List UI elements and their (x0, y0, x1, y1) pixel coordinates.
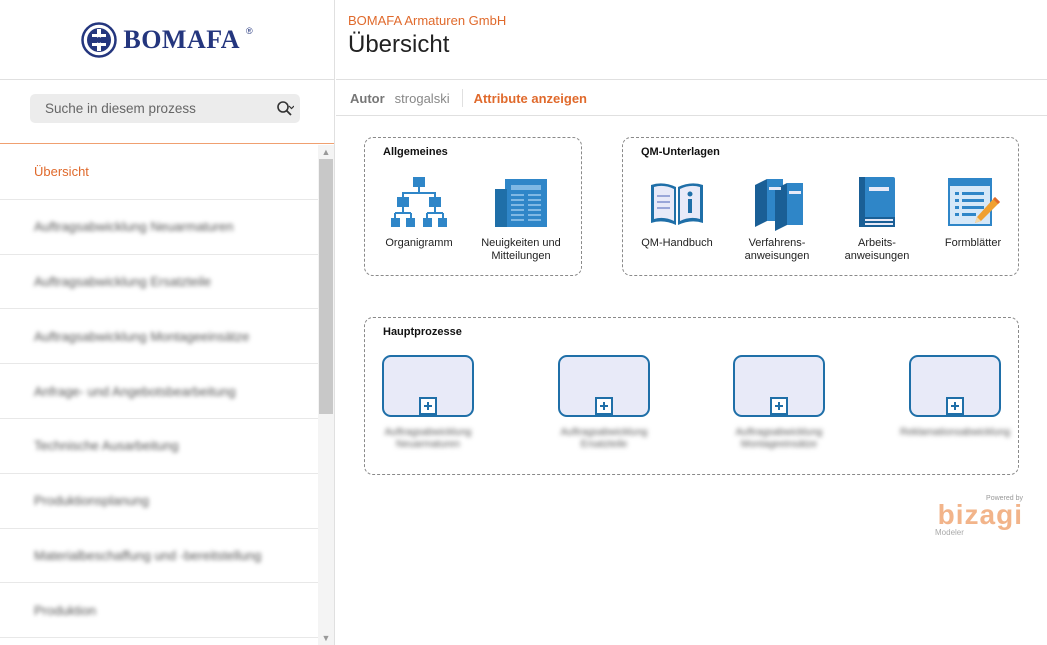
author-value: strogalski (394, 90, 450, 106)
panel-title: QM-Unterlagen (641, 146, 720, 158)
sidebar-scrollbar[interactable]: ▲ ▼ (318, 145, 334, 645)
company-logo[interactable]: BOMAFA ® (81, 21, 253, 58)
process-reklamationsabwicklung[interactable]: Reklamationsabwicklung (900, 355, 1010, 439)
tile-label: Organigramm (385, 237, 453, 249)
logo-registered-mark: ® (245, 25, 253, 36)
newspaper-icon (495, 179, 547, 227)
nav-item-produktionsplanung[interactable]: Produktionsplanung (0, 474, 318, 529)
process-label: Auftragsabwicklung Ersatzteile (560, 427, 648, 450)
tile-formblaetter[interactable]: Formblätter (923, 175, 1023, 250)
nav-item-auftragsabwicklung-neuarmaturen[interactable]: Auftragsabwicklung Neuarmaturen (0, 200, 318, 255)
expand-plus-icon[interactable] (946, 397, 964, 415)
bizagi-branding: Powered by bizagi Modeler (933, 495, 1023, 537)
panel-qm-unterlagen: QM-Unterlagen QM-Handbuch Verfahrens-anw… (622, 137, 1019, 276)
scroll-up-icon[interactable]: ▲ (318, 145, 334, 159)
process-nav-list: Übersicht Auftragsabwicklung Neuarmature… (0, 145, 318, 645)
process-label: Reklamationsabwicklung (900, 427, 1011, 438)
expand-plus-icon[interactable] (770, 397, 788, 415)
subprocess-box (558, 355, 650, 417)
nav-item-label: Auftragsabwicklung Neuarmaturen (34, 219, 234, 235)
expand-plus-icon[interactable] (419, 397, 437, 415)
process-auftragsabwicklung-montageeinsaetze[interactable]: Auftragsabwicklung Montageeinsätze (724, 355, 834, 451)
subprocess-box (733, 355, 825, 417)
search-icon[interactable] (276, 100, 294, 118)
nav-item-label: Produktion (34, 602, 97, 618)
search-box (30, 94, 300, 123)
tile-arbeitsanweisungen[interactable]: Arbeits-anweisungen (827, 175, 927, 263)
nav-item-label: Produktionsplanung (34, 493, 149, 509)
org-chart-icon (391, 177, 447, 227)
subprocess-box (909, 355, 1001, 417)
logo-area: BOMAFA ® (0, 0, 334, 80)
nav-item-label: Auftragsabwicklung Montageeinsätze (34, 328, 250, 344)
process-auftragsabwicklung-ersatzteile[interactable]: Auftragsabwicklung Ersatzteile (549, 355, 659, 451)
logo-text: BOMAFA (123, 24, 240, 54)
nav-item-label: Anfrage- und Angebotsbearbeitung (34, 383, 236, 399)
nav-item-produktion[interactable]: Produktion (0, 583, 318, 639)
nav-item-label: Übersicht (34, 164, 89, 180)
divider (461, 89, 463, 107)
process-label: Auftragsabwicklung Montageeinsätze (735, 427, 823, 450)
page-header: BOMAFA Armaturen GmbH Übersicht (336, 0, 1047, 80)
open-book-info-icon (651, 183, 703, 225)
nav-item-technische-ausarbeitung[interactable]: Technische Ausarbeitung (0, 419, 318, 474)
tile-qm-handbuch[interactable]: QM-Handbuch (627, 175, 727, 250)
tile-label: Verfahrens-anweisungen (744, 237, 810, 262)
binder-icon (859, 177, 895, 227)
nav-item-label: Auftragsabwicklung Ersatzteile (34, 273, 212, 289)
scrollbar-thumb[interactable] (319, 159, 333, 414)
tile-label: Formblätter (944, 237, 1002, 249)
tile-label: QM-Handbuch (641, 237, 713, 249)
process-label: Auftragsabwicklung Neuarmaturen (384, 427, 472, 450)
form-pencil-icon (948, 178, 1000, 226)
panel-hauptprozesse: Hauptprozesse Auftragsabwicklung Neuarma… (364, 317, 1019, 475)
company-name: BOMAFA Armaturen GmbH (348, 13, 507, 28)
nav-item-auftragsabwicklung-montageeinsaetze[interactable]: Auftragsabwicklung Montageeinsätze (0, 309, 318, 365)
process-auftragsabwicklung-neuarmaturen[interactable]: Auftragsabwicklung Neuarmaturen (373, 355, 483, 451)
search-area (0, 80, 334, 144)
books-icon (755, 179, 803, 231)
meta-bar: Autor strogalski Attribute anzeigen (336, 81, 1047, 116)
panel-allgemeines: Allgemeines Organigramm Neuigkeiten und … (364, 137, 582, 276)
panel-title: Allgemeines (383, 146, 448, 158)
page-title: Übersicht (348, 31, 450, 58)
nav-item-label: Materialbeschaffung und -bereitstellung (34, 547, 262, 563)
author-label: Autor (350, 90, 385, 106)
nav-item-auftragsabwicklung-ersatzteile[interactable]: Auftragsabwicklung Ersatzteile (0, 255, 318, 310)
show-attributes-link[interactable]: Attribute anzeigen (474, 91, 587, 106)
subprocess-box (382, 355, 474, 417)
overview-content: Allgemeines Organigramm Neuigkeiten und … (336, 117, 1047, 645)
tile-organigramm[interactable]: Organigramm (369, 175, 469, 250)
panel-title: Hauptprozesse (383, 326, 462, 338)
tile-label: Neuigkeiten und Mitteilungen (481, 237, 561, 262)
bizagi-logo: bizagi (937, 499, 1023, 530)
tile-label: Arbeits-anweisungen (844, 237, 910, 262)
nav-item-materialbeschaffung[interactable]: Materialbeschaffung und -bereitstellung (0, 529, 318, 584)
nav-item-anfrage-angebotsbearbeitung[interactable]: Anfrage- und Angebotsbearbeitung (0, 364, 318, 419)
sidebar: BOMAFA ® Übersicht Auftragsabwicklung Ne… (0, 0, 335, 645)
tile-neuigkeiten[interactable]: Neuigkeiten und Mitteilungen (471, 175, 571, 263)
nav-item-uebersicht[interactable]: Übersicht (0, 145, 318, 200)
nav-item-label: Technische Ausarbeitung (34, 438, 179, 454)
expand-plus-icon[interactable] (595, 397, 613, 415)
bomafa-logo-icon (81, 21, 118, 58)
scroll-down-icon[interactable]: ▼ (318, 631, 334, 645)
search-input[interactable] (30, 94, 300, 123)
tile-verfahrensanweisungen[interactable]: Verfahrens-anweisungen (727, 175, 827, 263)
